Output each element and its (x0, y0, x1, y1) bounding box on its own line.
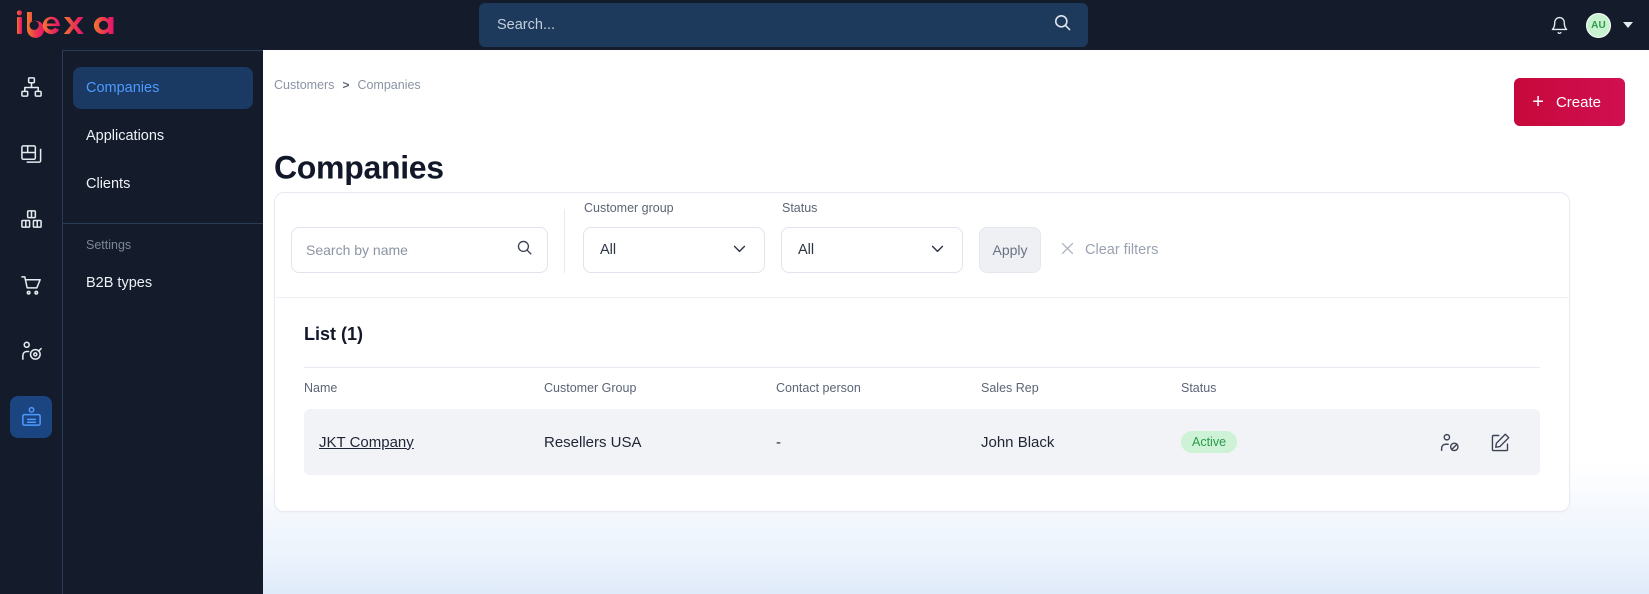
status-label: Status (782, 201, 818, 215)
edit-pencil-icon[interactable] (1490, 432, 1511, 453)
companies-card: Customer group All Status All (274, 192, 1570, 512)
rail-item-products[interactable] (10, 198, 52, 240)
customers-badge-icon (21, 406, 41, 426)
table-head: Name Customer Group Contact person Sales… (304, 367, 1540, 409)
breadcrumb-separator-icon: > (342, 78, 350, 92)
rail-item-content[interactable] (10, 132, 52, 174)
create-button-label: Create (1555, 93, 1601, 111)
content-cards-icon (20, 144, 41, 163)
sidebar-item-b2b-types[interactable]: B2B types (73, 262, 253, 304)
top-header-bar: AU (0, 0, 1649, 50)
table-body: JKT Company Resellers USA - John Black A… (304, 409, 1540, 475)
rail-item-customers[interactable] (10, 396, 52, 438)
cell-contact-person: - (776, 409, 981, 475)
secondary-sidebar: Companies Applications Clients Settings … (62, 50, 263, 594)
table-row[interactable]: JKT Company Resellers USA - John Black A… (304, 409, 1540, 475)
main-content-area: Customers > Companies Companies + Create… (263, 50, 1649, 594)
rail-item-marketing[interactable] (10, 330, 52, 372)
filter-bar: Customer group All Status All (275, 193, 1569, 298)
sidebar-item-label: Clients (86, 176, 131, 192)
sidebar-item-label: Companies (86, 80, 160, 96)
column-header-status: Status (1181, 367, 1391, 409)
user-avatar[interactable]: AU (1586, 12, 1611, 38)
cell-name: JKT Company (304, 409, 544, 475)
column-header-customer-group: Customer Group (544, 367, 776, 409)
cell-status: Active (1181, 409, 1391, 475)
page-title: Companies (274, 149, 444, 186)
breadcrumb-parent[interactable]: Customers (274, 78, 334, 92)
rail-item-cart[interactable] (10, 264, 52, 306)
customer-group-label: Customer group (584, 201, 674, 215)
status-value: All (798, 242, 815, 258)
ibexa-logo-icon (16, 10, 114, 38)
ibexa-logo[interactable] (0, 10, 140, 40)
sidebar-item-applications[interactable]: Applications (73, 115, 253, 157)
customer-group-select[interactable]: All (583, 227, 765, 273)
search-by-name-input[interactable] (291, 227, 548, 273)
breadcrumb-current: Companies (357, 78, 421, 92)
sidebar-section-settings: Settings (86, 238, 132, 252)
rail-item-sitemap[interactable] (10, 66, 52, 108)
header-right-controls: AU (1546, 0, 1633, 50)
user-menu-chevron-down-icon[interactable] (1623, 22, 1633, 28)
company-name-link[interactable]: JKT Company (319, 434, 414, 451)
row-actions (1391, 432, 1525, 453)
status-badge: Active (1181, 431, 1238, 453)
filter-divider (564, 209, 565, 273)
user-block-icon[interactable] (1439, 432, 1460, 453)
sitemap-icon (20, 76, 42, 97)
marketing-target-icon (21, 341, 42, 360)
column-header-actions (1391, 367, 1540, 409)
filter-search-group (291, 227, 548, 273)
products-boxes-icon (20, 209, 42, 228)
chevron-down-icon (929, 240, 946, 261)
cell-actions (1391, 409, 1540, 475)
primary-icon-rail (0, 50, 62, 594)
column-header-name: Name (304, 367, 544, 409)
cell-sales-rep: John Black (981, 409, 1181, 475)
shopping-cart-icon (20, 275, 41, 295)
column-header-sales-rep: Sales Rep (981, 367, 1181, 409)
filter-customer-group: Customer group All (583, 201, 765, 273)
customer-group-value: All (600, 242, 617, 258)
sidebar-item-label: B2B types (86, 275, 153, 291)
status-select[interactable]: All (781, 227, 963, 273)
close-x-icon (1059, 240, 1076, 261)
cell-customer-group: Resellers USA (544, 409, 776, 475)
clear-filters-button[interactable]: Clear filters (1051, 227, 1166, 273)
breadcrumb: Customers > Companies (274, 78, 421, 92)
table-header-row: Name Customer Group Contact person Sales… (304, 367, 1540, 409)
list-title: List (1) (304, 324, 364, 344)
apply-filters-button[interactable]: Apply (979, 227, 1041, 273)
sidebar-item-companies[interactable]: Companies (73, 67, 253, 109)
create-button[interactable]: + Create (1514, 78, 1625, 126)
global-search[interactable] (479, 3, 1088, 47)
sidebar-item-clients[interactable]: Clients (73, 163, 253, 205)
clear-filters-label: Clear filters (1085, 242, 1159, 258)
notifications-bell-icon[interactable] (1546, 12, 1572, 38)
column-header-contact-person: Contact person (776, 367, 981, 409)
sidebar-item-label: Applications (86, 128, 165, 144)
global-search-input[interactable] (479, 3, 1088, 47)
companies-list: List (1) Name Customer Group Contact per… (275, 298, 1569, 511)
companies-table: Name Customer Group Contact person Sales… (304, 367, 1540, 475)
chevron-down-icon (731, 240, 748, 261)
plus-icon: + (1532, 91, 1544, 113)
filter-status: Status All (781, 201, 963, 273)
